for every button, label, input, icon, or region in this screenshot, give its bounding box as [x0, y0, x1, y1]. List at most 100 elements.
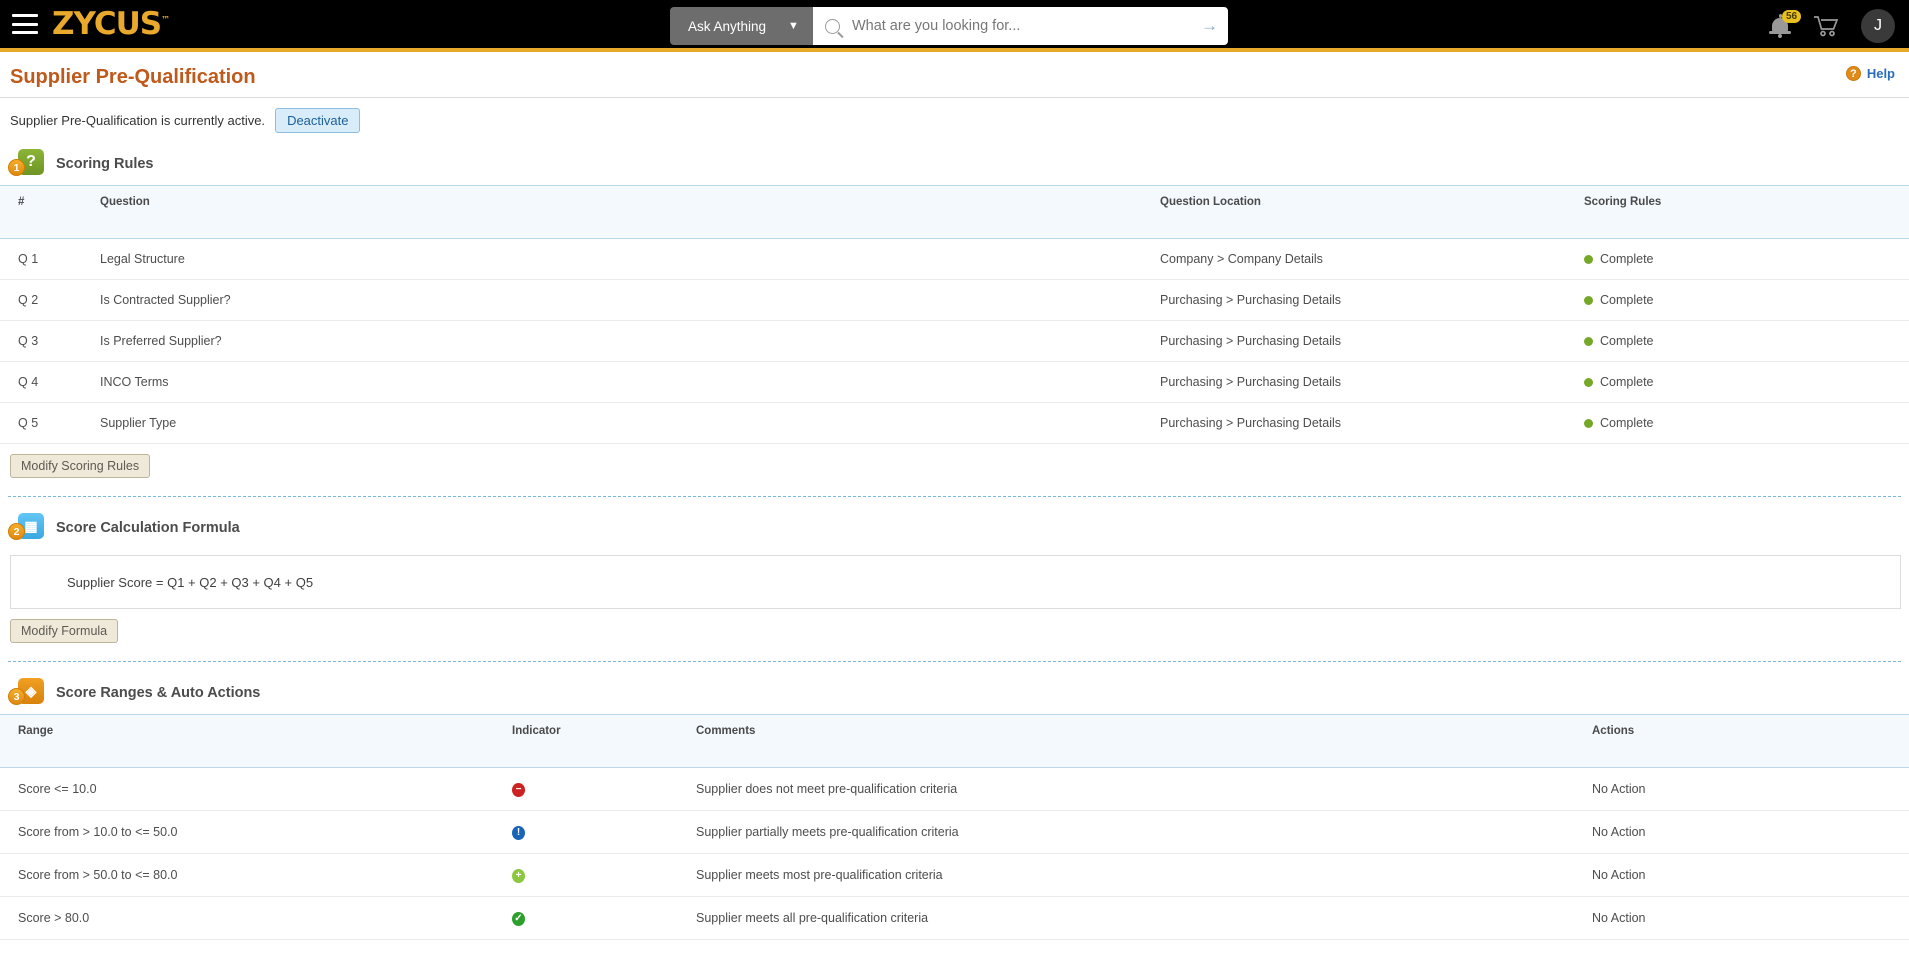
cell-comments: Supplier meets all pre-qualification cri… — [696, 897, 1592, 940]
search-submit-arrow-icon[interactable]: → — [1195, 16, 1218, 36]
cell-indicator: + — [512, 854, 696, 897]
cell-question: Supplier Type — [100, 403, 1160, 444]
section-title: Score Calculation Formula — [56, 520, 240, 536]
cell-scoring-status: Complete — [1584, 321, 1909, 362]
cell-action: No Action — [1592, 768, 1909, 811]
step-number-badge: 1 — [8, 159, 25, 176]
cell-range: Score from > 50.0 to <= 80.0 — [0, 854, 512, 897]
top-bar-actions: 56 J — [1769, 0, 1895, 52]
page-title-row: Supplier Pre-Qualification ? Help — [0, 52, 1909, 98]
status-dot-icon — [1584, 419, 1593, 428]
section-divider — [8, 496, 1901, 497]
cell-scoring-status: Complete — [1584, 362, 1909, 403]
cell-range: Score <= 10.0 — [0, 768, 512, 811]
cell-range: Score from > 10.0 to <= 50.0 — [0, 811, 512, 854]
table-row[interactable]: Score from > 10.0 to <= 50.0 ! Supplier … — [0, 811, 1909, 854]
cell-range: Score > 80.0 — [0, 897, 512, 940]
status-dot-icon — [1584, 255, 1593, 264]
cell-number: Q 4 — [0, 362, 100, 403]
score-ranges-table: Range Indicator Comments Actions Score <… — [0, 714, 1909, 940]
cell-scoring-status: Complete — [1584, 403, 1909, 444]
column-header-question: Question — [100, 186, 1160, 239]
calculator-icon: ▦ 2 — [8, 513, 42, 543]
chevron-down-icon: ▼ — [788, 20, 799, 32]
cell-scoring-status: Complete — [1584, 280, 1909, 321]
cell-question-location: Purchasing > Purchasing Details — [1160, 280, 1584, 321]
column-header-range: Range — [0, 715, 512, 768]
table-row[interactable]: Q 1 Legal Structure Company > Company De… — [0, 239, 1909, 280]
status-label: Complete — [1600, 375, 1654, 389]
step-number-badge: 3 — [8, 688, 25, 705]
cell-number: Q 3 — [0, 321, 100, 362]
table-row[interactable]: Q 4 INCO Terms Purchasing > Purchasing D… — [0, 362, 1909, 403]
table-row[interactable]: Q 5 Supplier Type Purchasing > Purchasin… — [0, 403, 1909, 444]
ask-anything-label: Ask Anything — [688, 19, 766, 34]
cell-question-location: Purchasing > Purchasing Details — [1160, 321, 1584, 362]
section-title: Scoring Rules — [56, 156, 154, 172]
table-row[interactable]: Score > 80.0 ✓ Supplier meets all pre-qu… — [0, 897, 1909, 940]
cell-action: No Action — [1592, 811, 1909, 854]
cell-indicator: ! — [512, 811, 696, 854]
section-header-score-ranges-auto-actions: ◈ 3 Score Ranges & Auto Actions — [0, 672, 1909, 714]
section-header-score-calculation-formula: ▦ 2 Score Calculation Formula — [0, 507, 1909, 549]
cell-scoring-status: Complete — [1584, 239, 1909, 280]
status-dot-icon — [1584, 296, 1593, 305]
cell-number: Q 2 — [0, 280, 100, 321]
zycus-logo[interactable]: ZYCUS™ — [52, 6, 169, 42]
activation-status-text: Supplier Pre-Qualification is currently … — [10, 113, 265, 128]
table-row[interactable]: Score <= 10.0 − Supplier does not meet p… — [0, 768, 1909, 811]
section-divider — [8, 661, 1901, 662]
table-header-row: # Question Question Location Scoring Rul… — [0, 186, 1909, 239]
search-icon — [825, 19, 840, 34]
formula-text: Supplier Score = Q1 + Q2 + Q3 + Q4 + Q5 — [67, 575, 313, 590]
table-body: Q 1 Legal Structure Company > Company De… — [0, 239, 1909, 444]
notification-count-badge: 56 — [1782, 10, 1801, 23]
scoring-rules-table: # Question Question Location Scoring Rul… — [0, 185, 1909, 444]
cell-comments: Supplier meets most pre-qualification cr… — [696, 854, 1592, 897]
score-ranges-icon: ◈ 3 — [8, 678, 42, 708]
cell-question-location: Company > Company Details — [1160, 239, 1584, 280]
minus-red-icon: − — [512, 783, 525, 797]
cell-comments: Supplier partially meets pre-qualificati… — [696, 811, 1592, 854]
search-input[interactable] — [850, 17, 1195, 35]
column-header-scoring-rules: Scoring Rules — [1584, 186, 1909, 239]
status-dot-icon — [1584, 378, 1593, 387]
check-green-icon: ✓ — [512, 912, 525, 926]
modify-formula-button[interactable]: Modify Formula — [10, 619, 118, 643]
cell-question-location: Purchasing > Purchasing Details — [1160, 403, 1584, 444]
status-label: Complete — [1600, 293, 1654, 307]
table-row[interactable]: Score from > 50.0 to <= 80.0 + Supplier … — [0, 854, 1909, 897]
status-label: Complete — [1600, 416, 1654, 430]
status-dot-icon — [1584, 337, 1593, 346]
status-label: Complete — [1600, 334, 1654, 348]
cell-question: INCO Terms — [100, 362, 1160, 403]
shopping-cart-icon[interactable] — [1813, 15, 1839, 37]
trademark-mark: ™ — [161, 16, 169, 26]
table-row[interactable]: Q 2 Is Contracted Supplier? Purchasing >… — [0, 280, 1909, 321]
help-link[interactable]: ? Help — [1846, 66, 1895, 81]
cell-indicator: ✓ — [512, 897, 696, 940]
help-label: Help — [1867, 66, 1895, 81]
info-blue-icon: ! — [512, 826, 525, 840]
table-body: Score <= 10.0 − Supplier does not meet p… — [0, 768, 1909, 940]
deactivate-button[interactable]: Deactivate — [275, 108, 360, 133]
column-header-actions: Actions — [1592, 715, 1909, 768]
table-header-row: Range Indicator Comments Actions — [0, 715, 1909, 768]
hamburger-menu-icon[interactable] — [12, 14, 38, 34]
plus-green-icon: + — [512, 869, 525, 883]
cell-question: Legal Structure — [100, 239, 1160, 280]
column-header-indicator: Indicator — [512, 715, 696, 768]
cell-question: Is Contracted Supplier? — [100, 280, 1160, 321]
modify-scoring-rules-button[interactable]: Modify Scoring Rules — [10, 454, 150, 478]
cell-comments: Supplier does not meet pre-qualification… — [696, 768, 1592, 811]
cell-number: Q 1 — [0, 239, 100, 280]
table-row[interactable]: Q 3 Is Preferred Supplier? Purchasing > … — [0, 321, 1909, 362]
scoring-rules-icon: ? 1 — [8, 149, 42, 179]
notifications-bell-icon[interactable]: 56 — [1769, 14, 1791, 38]
table-header: # Question Question Location Scoring Rul… — [0, 186, 1909, 239]
cell-question: Is Preferred Supplier? — [100, 321, 1160, 362]
section-header-scoring-rules: ? 1 Scoring Rules — [0, 143, 1909, 185]
ask-anything-dropdown[interactable]: Ask Anything ▼ — [670, 7, 813, 45]
user-avatar[interactable]: J — [1861, 9, 1895, 43]
page-title: Supplier Pre-Qualification — [10, 66, 256, 89]
